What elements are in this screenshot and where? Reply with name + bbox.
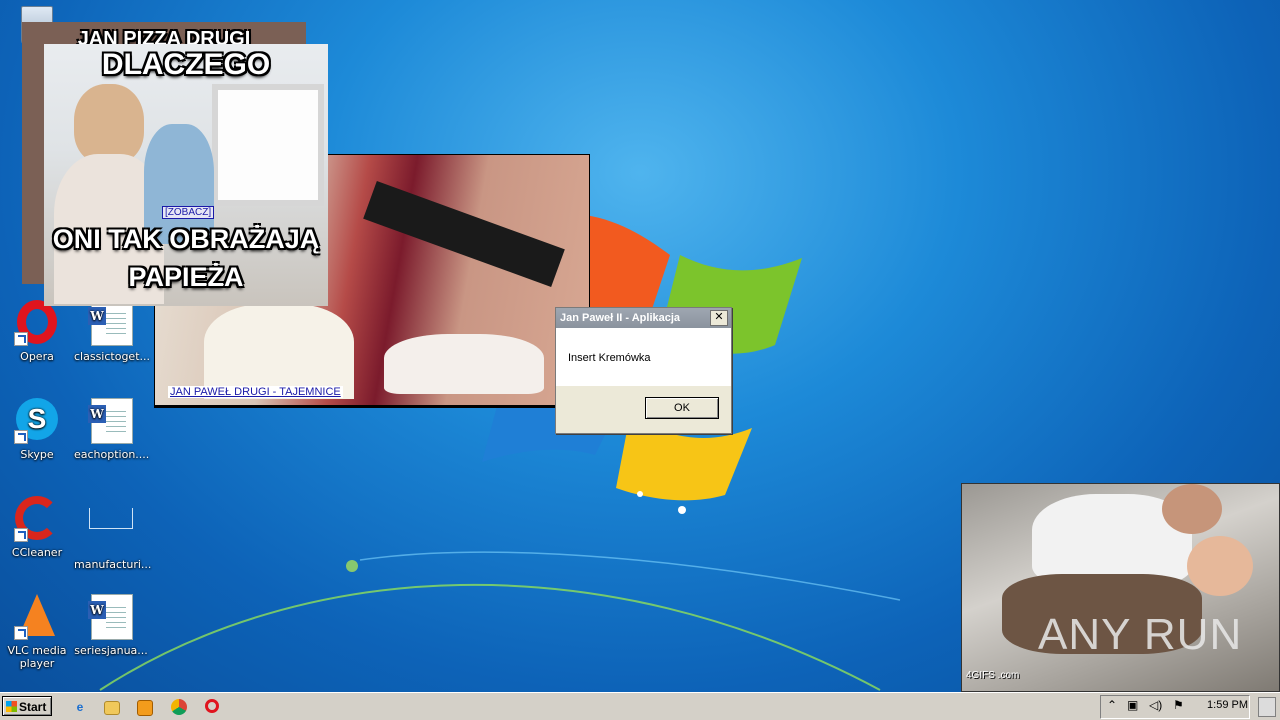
taskbar-clock[interactable]: 1:59 PM: [1207, 699, 1248, 711]
gif-popup[interactable]: ANY RUN 4GIFS .com: [961, 483, 1280, 692]
word-doc-icon: W: [88, 398, 134, 444]
shortcut-arrow-icon: [14, 430, 28, 444]
monitor-image: [212, 84, 324, 206]
dialog-message: Insert Kremówka: [556, 328, 731, 386]
desktop-icon-label: manufacturi...: [74, 558, 152, 571]
chrome-icon[interactable]: [171, 699, 187, 715]
word-doc-icon: W: [88, 300, 134, 346]
file-explorer-icon[interactable]: [104, 701, 120, 715]
file-icon: [88, 508, 134, 554]
opera-icon: [14, 300, 60, 346]
close-button[interactable]: ✕: [710, 310, 728, 326]
dialog-titlebar[interactable]: Jan Paweł II - Aplikacja ✕: [556, 308, 731, 328]
pope-face-image: [1187, 536, 1253, 596]
message-dialog: Jan Paweł II - Aplikacja ✕ Insert Kremów…: [555, 307, 732, 434]
tray-expand-icon[interactable]: ⌃: [1107, 698, 1117, 712]
shortcut-arrow-icon: [14, 528, 28, 542]
start-button[interactable]: Start: [2, 696, 52, 716]
desktop-icon-manufacturi[interactable]: manufacturi...: [74, 496, 152, 571]
volume-icon[interactable]: ◁): [1149, 698, 1162, 712]
desktop-icon-ccleaner[interactable]: CCleaner: [0, 496, 74, 559]
desktop-icon-label: VLC media player: [7, 644, 67, 670]
zobacz-link[interactable]: [ZOBACZ]: [162, 206, 215, 219]
skype-icon: S: [14, 398, 60, 444]
desktop-icon-label: eachoption....: [74, 448, 150, 461]
desktop-icon-opera[interactable]: Opera: [0, 300, 74, 363]
desktop-icon-label: classictoget...: [74, 350, 151, 363]
shortcut-arrow-icon: [14, 626, 28, 640]
network-icon[interactable]: ▣: [1127, 698, 1138, 712]
desktop: Re Opera W classictoget... S Skype W eac…: [0, 0, 1280, 692]
desktop-icon-label: CCleaner: [11, 546, 63, 559]
desktop-icon-label: Skype: [20, 448, 54, 461]
start-label: Start: [19, 700, 47, 714]
shortcut-arrow-icon: [14, 332, 28, 346]
ccleaner-icon: [14, 496, 60, 542]
meme-bottom-text-2: PAPIEŻA: [128, 262, 244, 292]
media-player-icon[interactable]: [137, 700, 153, 716]
video-title-link[interactable]: JAN PAWEŁ DRUGI - TAJEMNICE: [168, 386, 343, 398]
desktop-icon-classictoget[interactable]: W classictoget...: [74, 300, 151, 363]
ok-button[interactable]: OK: [645, 397, 719, 419]
vlc-icon: [14, 594, 60, 640]
desktop-icon-eachoption[interactable]: W eachoption....: [74, 398, 150, 461]
meme-bottom-text-1: ONI TAK OBRAŻAJĄ: [52, 224, 320, 254]
taskbar: Start e ⌃ ▣ ◁) ⚑ 1:59 PM: [0, 692, 1280, 720]
dialog-title: Jan Paweł II - Aplikacja: [560, 312, 681, 324]
windows-logo-icon: [6, 701, 17, 712]
opera-icon[interactable]: [205, 699, 219, 713]
meme-top-text: DLACZEGO: [101, 48, 271, 81]
desktop-icon-skype[interactable]: S Skype: [0, 398, 74, 461]
person-image: [74, 84, 144, 164]
desktop-icon-vlc[interactable]: VLC media player: [0, 594, 74, 670]
anyrun-watermark: ANY RUN: [1038, 610, 1243, 659]
meme-popup-front[interactable]: DLACZEGO [ZOBACZ] ONI TAK OBRAŻAJĄ PAPIE…: [44, 44, 328, 306]
word-doc-icon: W: [88, 594, 134, 640]
internet-explorer-icon[interactable]: e: [71, 698, 89, 716]
desktop-icon-label: seriesjanua...: [74, 644, 148, 657]
action-center-flag-icon[interactable]: ⚑: [1173, 698, 1184, 712]
desktop-icon-label: Opera: [20, 350, 54, 363]
gif-credit: 4GIFS .com: [966, 670, 1020, 681]
show-desktop-button[interactable]: [1258, 697, 1276, 717]
desktop-icon-seriesjanua[interactable]: W seriesjanua...: [74, 594, 148, 657]
